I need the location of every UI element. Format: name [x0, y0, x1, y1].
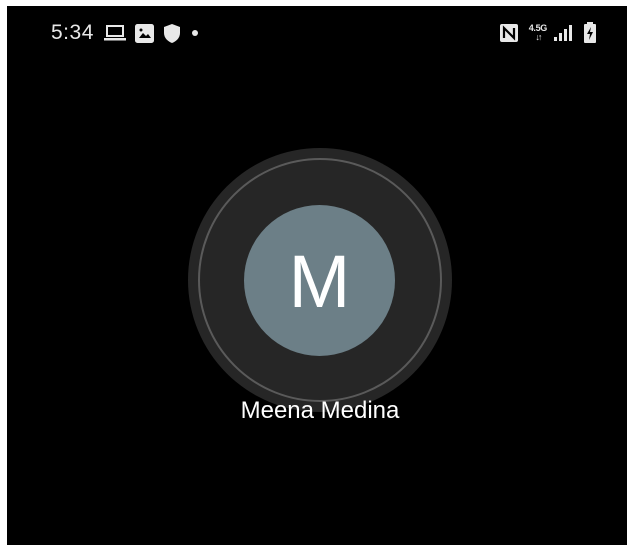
status-bar-left: 5:34: [51, 18, 209, 48]
status-bar-right: 4.5G ↓↑: [499, 19, 597, 47]
contact-name: Meena Medina: [240, 397, 400, 424]
dot-icon: [190, 28, 200, 38]
phone-screen: 5:34 4.5G ↓↑ M Meena Medina: [7, 6, 627, 545]
data-activity-arrows: ↓↑: [535, 32, 542, 42]
signal-icon: [553, 24, 573, 42]
avatar[interactable]: M: [244, 205, 395, 356]
avatar-initial: M: [288, 239, 351, 323]
avatar-ring: M: [188, 148, 452, 412]
image-icon: [134, 23, 154, 43]
battery-charging-icon: [583, 22, 597, 44]
status-bar: 5:34 4.5G ↓↑: [7, 6, 627, 58]
laptop-icon: [103, 24, 126, 42]
network-type-indicator: 4.5G ↓↑: [529, 24, 548, 42]
nfc-icon: [499, 23, 519, 43]
status-clock: 5:34: [51, 21, 94, 44]
shield-icon: [163, 23, 181, 44]
